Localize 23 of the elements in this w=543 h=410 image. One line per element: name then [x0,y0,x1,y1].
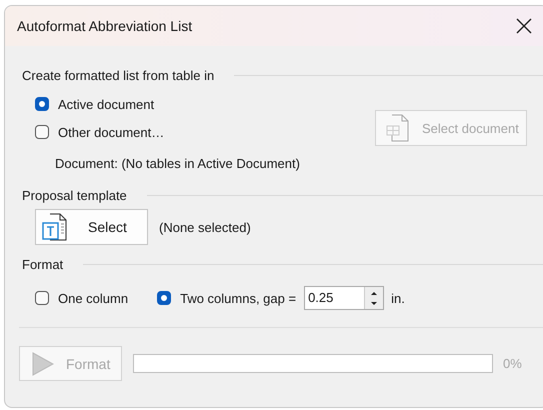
select-button[interactable]: Select [35,209,148,245]
document-status: Document: (No tables in Active Document) [55,156,301,172]
option-label: One column [58,290,128,306]
template-document-icon [42,213,68,241]
section-heading: Create formatted list from table in [22,68,214,82]
spin-arrows-icon[interactable] [364,287,384,309]
progress-percent: 0% [503,356,522,371]
radio-button[interactable] [157,291,172,305]
play-icon [32,352,54,376]
radio-button[interactable] [35,125,49,139]
window-title: Autoformat Abbreviation List [17,18,192,34]
section-heading: Proposal template [22,188,127,202]
radio-button[interactable] [35,97,49,111]
radio-button[interactable] [35,291,49,305]
option-label: Other document… [58,124,164,140]
template-status: (None selected) [159,220,251,234]
close-icon[interactable] [516,18,532,34]
section-heading: Format [22,256,64,272]
gap-spin-field[interactable]: 0.25 [304,286,384,310]
option-label: Active document [58,96,154,112]
table-document-icon [386,114,410,142]
unit-label: in. [391,290,405,306]
option-label: Two columns, gap = [180,290,296,306]
